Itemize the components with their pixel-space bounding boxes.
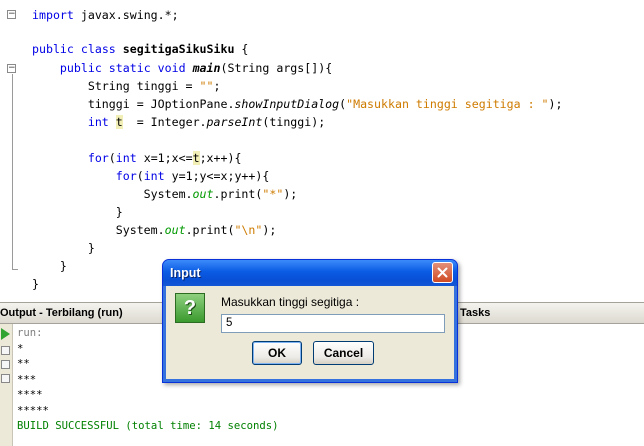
code-token: out [192,187,214,201]
output-line: BUILD SUCCESSFUL (total time: 14 seconds… [17,420,279,432]
question-icon: ? [175,293,205,323]
code-line: tinggi = JOptionPane.showInputDialog("Ma… [32,95,563,113]
code-line: System.out.print("*"); [32,185,298,203]
code-token: "" [199,79,214,93]
tab-output[interactable]: Output - Terbilang (run) [0,303,170,324]
code-editor[interactable]: − − import javax.swing.*; public class s… [0,0,644,300]
prompt-label: Masukkan tinggi segitiga : [221,295,360,309]
code-token: ( [136,169,144,183]
output-line: **** [17,389,43,401]
code-line: String tinggi = ""; [32,77,221,95]
code-token: main [192,61,221,75]
code-token: x=1;x<= [136,151,193,165]
code-line: } [32,203,123,221]
close-button[interactable] [432,262,453,283]
dialog-title: Input [170,266,201,280]
code-token: ( [108,151,116,165]
code-token: static [108,61,151,75]
code-token: (String args[]){ [220,61,333,75]
code-token: class [80,42,116,56]
code-token: } [32,241,95,255]
output-toolbar [0,324,13,446]
code-token: "*" [262,187,284,201]
code-token: System. [32,223,165,237]
code-token: ); [548,97,563,111]
settings-icon[interactable] [1,374,10,383]
fold-toggle-icon[interactable]: − [7,64,16,73]
code-line: System.out.print("\n"); [32,221,277,239]
code-token: .print( [185,223,235,237]
code-token: tinggi = JOptionPane. [32,97,235,111]
fold-guide [12,74,13,270]
code-token: void [157,61,186,75]
code-token: (tinggi); [262,115,326,129]
code-token: .print( [213,187,263,201]
code-token: t [192,151,200,165]
clear-output-icon[interactable] [1,360,10,369]
code-token: ); [262,223,277,237]
fold-end-marker [12,269,18,270]
code-token: } [32,277,39,291]
code-token: showInputDialog [234,97,340,111]
code-line: } [32,257,67,275]
code-token: for [115,169,137,183]
rerun-icon[interactable] [1,328,10,340]
close-icon [437,267,448,278]
code-line: import javax.swing.*; [32,6,179,24]
code-token: int [143,169,165,183]
code-token: "\n" [234,223,263,237]
height-input[interactable]: 5 [221,314,445,333]
code-token: "Masukkan tinggi segitiga : " [346,97,549,111]
code-line: public static void main(String args[]){ [32,59,332,77]
code-token: String tinggi = [32,79,200,93]
code-token: import [32,8,74,22]
code-token: javax.swing.*; [73,8,179,22]
stop-icon[interactable] [1,346,10,355]
code-token: ); [283,187,298,201]
code-line: for(int y=1;y<=x;y++){ [32,167,270,185]
code-token: public [32,42,74,56]
ok-button[interactable]: OK [252,341,302,365]
cancel-button[interactable]: Cancel [313,341,374,365]
code-line: int t = Integer.parseInt(tinggi); [32,113,325,131]
code-token: public [59,61,102,75]
input-dialog: Input ? Masukkan tinggi segitiga : 5 OK … [162,259,458,383]
code-token: t [115,115,123,129]
fold-toggle-icon[interactable]: − [7,10,16,19]
code-token: int [87,115,109,129]
code-token: System. [32,187,193,201]
code-token: parseInt [206,115,263,129]
code-token: ;x++){ [199,151,242,165]
tab-tasks[interactable]: Tasks [456,303,490,324]
code-token: = Integer. [122,115,207,129]
code-line: } [32,275,39,293]
code-token: y=1;y<=x;y++){ [164,169,270,183]
code-line: } [32,239,95,257]
dialog-body: ? Masukkan tinggi segitiga : 5 OK Cancel [166,286,454,379]
code-token: ; [213,79,221,93]
code-token: for [87,151,109,165]
code-line: for(int x=1;x<=t;x++){ [32,149,241,167]
code-token: out [164,223,186,237]
code-token: } [32,259,67,273]
code-token: int [115,151,137,165]
code-line: public class segitigaSikuSiku { [32,40,248,58]
code-token: } [32,205,123,219]
dialog-title-bar[interactable]: Input [163,260,457,286]
output-line: ***** [17,404,49,417]
code-token: { [234,42,249,56]
code-token: segitigaSikuSiku [122,42,235,56]
